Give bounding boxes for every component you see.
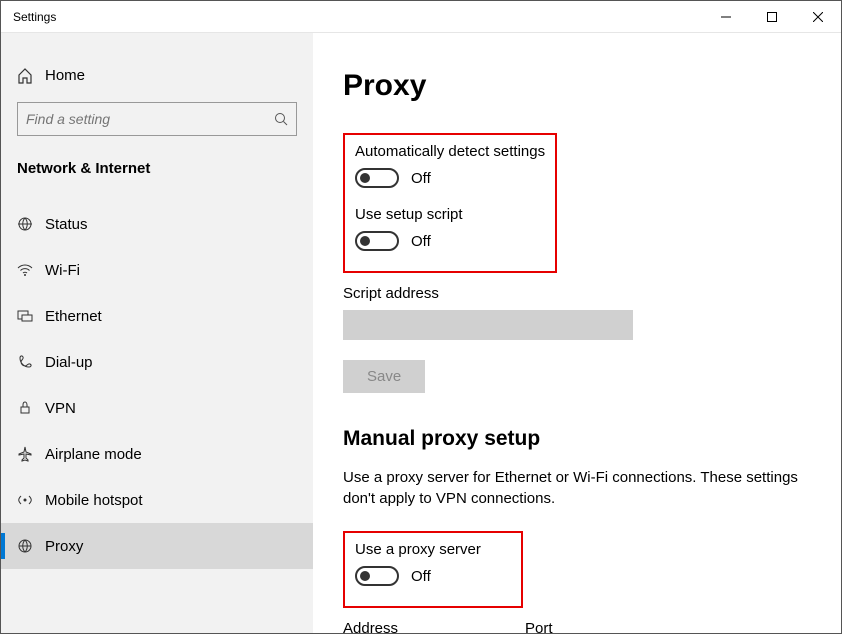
minimize-icon [721,12,731,22]
setup-script-state: Off [411,233,431,250]
ethernet-icon [17,308,45,324]
home-icon [17,68,45,84]
sidebar-home[interactable]: Home [1,67,313,84]
sidebar-item-label: VPN [45,400,76,417]
highlight-manual: Use a proxy server Off [343,531,523,608]
close-button[interactable] [795,1,841,33]
window-controls [703,1,841,33]
sidebar-item-vpn[interactable]: VPN [1,385,313,431]
window-body: Home Network & Internet Status Wi-Fi [1,33,841,633]
page-title: Proxy [343,69,811,103]
wifi-icon [17,262,45,278]
hotspot-icon [17,492,45,508]
address-port-row: Address Port [343,620,811,633]
search-input[interactable] [26,111,274,127]
setup-script-toggle[interactable] [355,231,399,251]
titlebar: Settings [1,1,841,33]
toggle-knob [360,173,370,183]
dialup-icon [17,354,45,370]
sidebar-item-wifi[interactable]: Wi-Fi [1,247,313,293]
toggle-knob [360,571,370,581]
window-title: Settings [13,10,703,24]
sidebar: Home Network & Internet Status Wi-Fi [1,33,313,633]
maximize-icon [767,12,777,22]
use-proxy-state: Off [411,568,431,585]
proxy-icon [17,538,45,554]
sidebar-item-airplane[interactable]: Airplane mode [1,431,313,477]
home-label: Home [45,67,85,84]
search-icon [274,112,288,126]
setup-script-label: Use setup script [355,206,545,223]
sidebar-item-label: Ethernet [45,308,102,325]
search-box[interactable] [17,102,297,136]
airplane-icon [17,446,45,462]
script-address-input[interactable] [343,310,633,340]
sidebar-item-label: Mobile hotspot [45,492,143,509]
sidebar-item-dialup[interactable]: Dial-up [1,339,313,385]
settings-window: Settings Home [0,0,842,634]
sidebar-item-proxy[interactable]: Proxy [1,523,313,569]
save-button[interactable]: Save [343,360,425,393]
manual-help-text: Use a proxy server for Ethernet or Wi-Fi… [343,467,803,509]
auto-detect-toggle-row: Off [355,168,545,188]
highlight-auto: Automatically detect settings Off Use se… [343,133,557,273]
close-icon [813,12,823,22]
sidebar-item-label: Proxy [45,538,83,555]
main-content: Proxy Automatically detect settings Off … [313,33,841,633]
sidebar-item-label: Wi-Fi [45,262,80,279]
status-icon [17,216,45,232]
auto-detect-state: Off [411,170,431,187]
script-address-label: Script address [343,285,811,302]
address-label: Address [343,620,503,633]
manual-section-title: Manual proxy setup [343,427,811,451]
sidebar-item-label: Airplane mode [45,446,142,463]
auto-detect-toggle[interactable] [355,168,399,188]
port-label: Port [525,620,615,633]
maximize-button[interactable] [749,1,795,33]
setup-script-toggle-row: Off [355,231,545,251]
sidebar-item-ethernet[interactable]: Ethernet [1,293,313,339]
use-proxy-label: Use a proxy server [355,541,511,558]
vpn-icon [17,400,45,416]
sidebar-item-label: Status [45,216,88,233]
toggle-knob [360,236,370,246]
minimize-button[interactable] [703,1,749,33]
use-proxy-toggle[interactable] [355,566,399,586]
sidebar-item-hotspot[interactable]: Mobile hotspot [1,477,313,523]
sidebar-category: Network & Internet [1,160,313,177]
auto-detect-label: Automatically detect settings [355,143,545,160]
sidebar-item-label: Dial-up [45,354,93,371]
use-proxy-toggle-row: Off [355,566,511,586]
sidebar-item-status[interactable]: Status [1,201,313,247]
